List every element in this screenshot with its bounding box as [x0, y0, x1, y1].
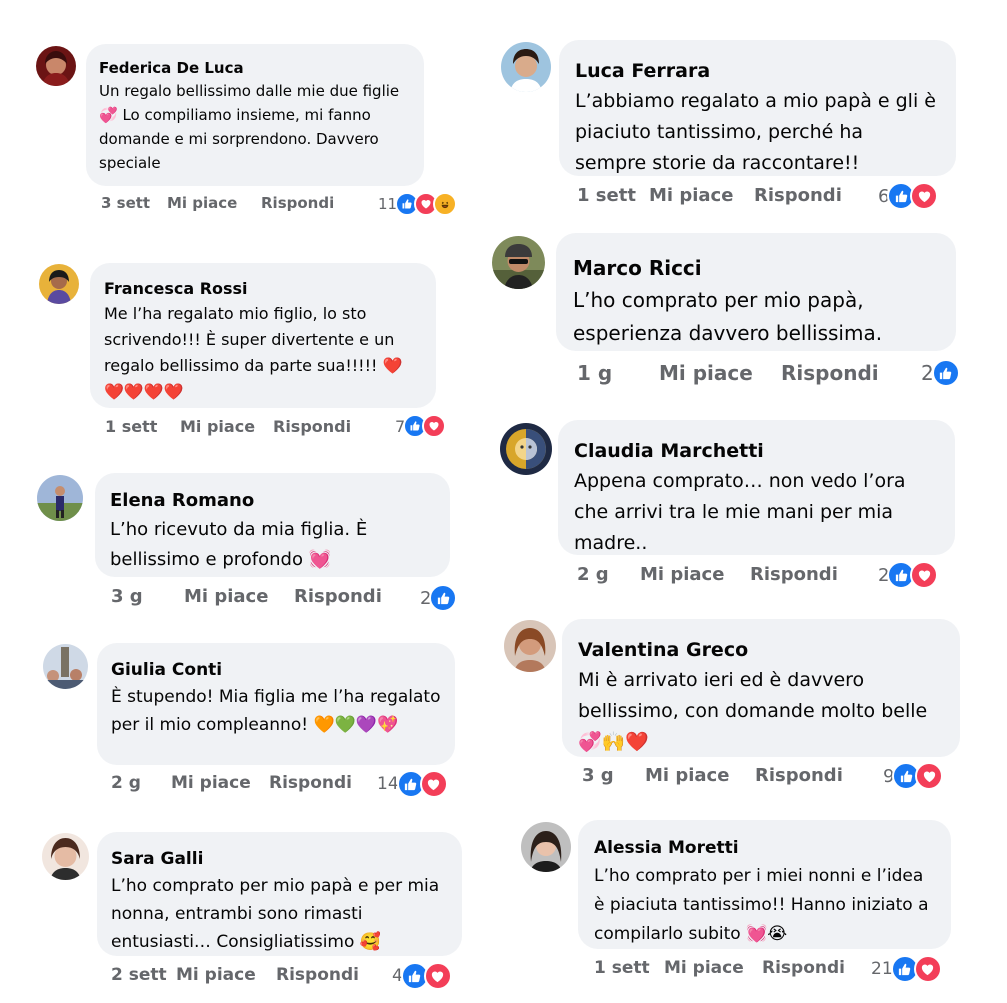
- haha-icon: [433, 192, 458, 216]
- like-button[interactable]: Mi piace: [659, 361, 753, 385]
- reaction-summary[interactable]: 2: [921, 359, 960, 387]
- comment-bubble: Sara Galli L’ho comprato per mio papà e …: [97, 832, 462, 956]
- comment-text: L’ho comprato per mio papà, esperienza d…: [573, 288, 883, 345]
- commenter-name[interactable]: Sara Galli: [111, 846, 448, 872]
- comment-timestamp[interactable]: 2 g: [577, 564, 609, 585]
- comment-text: È stupendo! Mia figlia me l’ha regalato …: [111, 687, 441, 735]
- comment-timestamp[interactable]: 3 g: [111, 586, 143, 607]
- like-button[interactable]: Mi piace: [649, 185, 733, 206]
- comment-bubble: Francesca Rossi Me l’ha regalato mio fig…: [90, 263, 436, 408]
- reply-button[interactable]: Rispondi: [754, 185, 842, 206]
- comment-timestamp[interactable]: 1 sett: [577, 185, 636, 206]
- like-button[interactable]: Mi piace: [167, 194, 237, 212]
- like-icon: [429, 584, 458, 612]
- love-icon: [910, 561, 939, 589]
- reaction-summary[interactable]: 7: [395, 414, 447, 438]
- reaction-summary[interactable]: 21: [871, 955, 942, 983]
- like-button[interactable]: Mi piace: [664, 958, 744, 978]
- love-icon: [423, 962, 452, 990]
- like-icon: [931, 359, 960, 387]
- comment-timestamp[interactable]: 3 g: [582, 765, 614, 786]
- love-icon: [915, 762, 944, 790]
- avatar[interactable]: [521, 822, 571, 872]
- comment-bubble: Giulia Conti È stupendo! Mia figlia me l…: [97, 643, 455, 765]
- like-button[interactable]: Mi piace: [645, 765, 729, 786]
- commenter-name[interactable]: Elena Romano: [110, 487, 435, 515]
- commenter-name[interactable]: Luca Ferrara: [575, 57, 940, 86]
- commenter-name[interactable]: Claudia Marchetti: [574, 437, 939, 466]
- reply-button[interactable]: Rispondi: [781, 361, 879, 385]
- reply-button[interactable]: Rispondi: [273, 417, 351, 436]
- comment-bubble: Marco Ricci L’ho comprato per mio papà, …: [556, 233, 956, 351]
- reply-button[interactable]: Rispondi: [762, 958, 845, 978]
- avatar[interactable]: [492, 236, 545, 289]
- comment-text: L’ho comprato per i miei nonni e l’idea …: [594, 866, 929, 944]
- comment-bubble: Luca Ferrara L’abbiamo regalato a mio pa…: [559, 40, 956, 176]
- comment-text: Appena comprato… non vedo l’ora che arri…: [574, 470, 906, 554]
- comment-timestamp[interactable]: 2 g: [111, 773, 141, 793]
- comment-bubble: Elena Romano L’ho ricevuto da mia figlia…: [95, 473, 450, 577]
- love-icon: [422, 414, 447, 438]
- like-button[interactable]: Mi piace: [180, 417, 255, 436]
- like-button[interactable]: Mi piace: [184, 586, 268, 607]
- avatar[interactable]: [501, 42, 551, 92]
- reaction-summary[interactable]: 14: [377, 770, 448, 798]
- like-button[interactable]: Mi piace: [640, 564, 724, 585]
- comment-timestamp[interactable]: 1 sett: [105, 417, 157, 436]
- commenter-name[interactable]: Giulia Conti: [111, 657, 441, 683]
- avatar[interactable]: [43, 644, 88, 689]
- commenter-name[interactable]: Marco Ricci: [573, 253, 939, 284]
- reaction-summary[interactable]: 2: [878, 561, 939, 589]
- reaction-summary[interactable]: 11: [378, 192, 458, 216]
- comment-text: Un regalo bellissimo dalle mie due figli…: [99, 82, 400, 172]
- comment-text: Mi è arrivato ieri ed è davvero bellissi…: [578, 669, 928, 753]
- like-button[interactable]: Mi piace: [171, 773, 251, 793]
- love-icon: [913, 955, 942, 983]
- reply-button[interactable]: Rispondi: [276, 965, 359, 985]
- avatar[interactable]: [42, 833, 89, 880]
- reply-button[interactable]: Rispondi: [294, 586, 382, 607]
- comment-text: Me l’ha regalato mio figlio, lo sto scri…: [104, 304, 403, 401]
- reaction-summary[interactable]: 9: [883, 762, 944, 790]
- reaction-summary[interactable]: 2: [420, 584, 458, 612]
- commenter-name[interactable]: Valentina Greco: [578, 636, 944, 665]
- comment-bubble: Claudia Marchetti Appena comprato… non v…: [558, 420, 955, 555]
- comment-bubble: Alessia Moretti L’ho comprato per i miei…: [578, 820, 951, 949]
- comment-bubble: Valentina Greco Mi è arrivato ieri ed è …: [562, 619, 960, 757]
- comment-text: L’ho comprato per mio papà e per mia non…: [111, 876, 440, 952]
- love-icon: [910, 182, 939, 210]
- like-button[interactable]: Mi piace: [176, 965, 256, 985]
- reaction-count: 21: [871, 959, 893, 979]
- avatar[interactable]: [39, 264, 79, 304]
- reaction-count: 14: [377, 774, 399, 794]
- reply-button[interactable]: Rispondi: [269, 773, 352, 793]
- avatar[interactable]: [36, 46, 76, 86]
- avatar[interactable]: [500, 423, 552, 475]
- reaction-summary[interactable]: 4: [392, 962, 452, 990]
- comment-text: L’abbiamo regalato a mio papà e gli è pi…: [575, 90, 936, 174]
- reaction-summary[interactable]: 6: [878, 182, 939, 210]
- comment-text: L’ho ricevuto da mia figlia. È bellissim…: [110, 519, 368, 570]
- comment-timestamp[interactable]: 2 sett: [111, 965, 167, 985]
- comment-timestamp[interactable]: 1 sett: [594, 958, 650, 978]
- reply-button[interactable]: Rispondi: [261, 194, 334, 212]
- comment-timestamp[interactable]: 1 g: [577, 361, 612, 385]
- reply-button[interactable]: Rispondi: [750, 564, 838, 585]
- commenter-name[interactable]: Francesca Rossi: [104, 277, 422, 301]
- avatar[interactable]: [504, 620, 556, 672]
- comment-timestamp[interactable]: 3 sett: [101, 194, 150, 212]
- avatar[interactable]: [37, 475, 83, 521]
- commenter-name[interactable]: Federica De Luca: [99, 57, 411, 79]
- love-icon: [419, 770, 448, 798]
- comment-bubble: Federica De Luca Un regalo bellissimo da…: [86, 44, 424, 186]
- commenter-name[interactable]: Alessia Moretti: [594, 835, 935, 862]
- reply-button[interactable]: Rispondi: [755, 765, 843, 786]
